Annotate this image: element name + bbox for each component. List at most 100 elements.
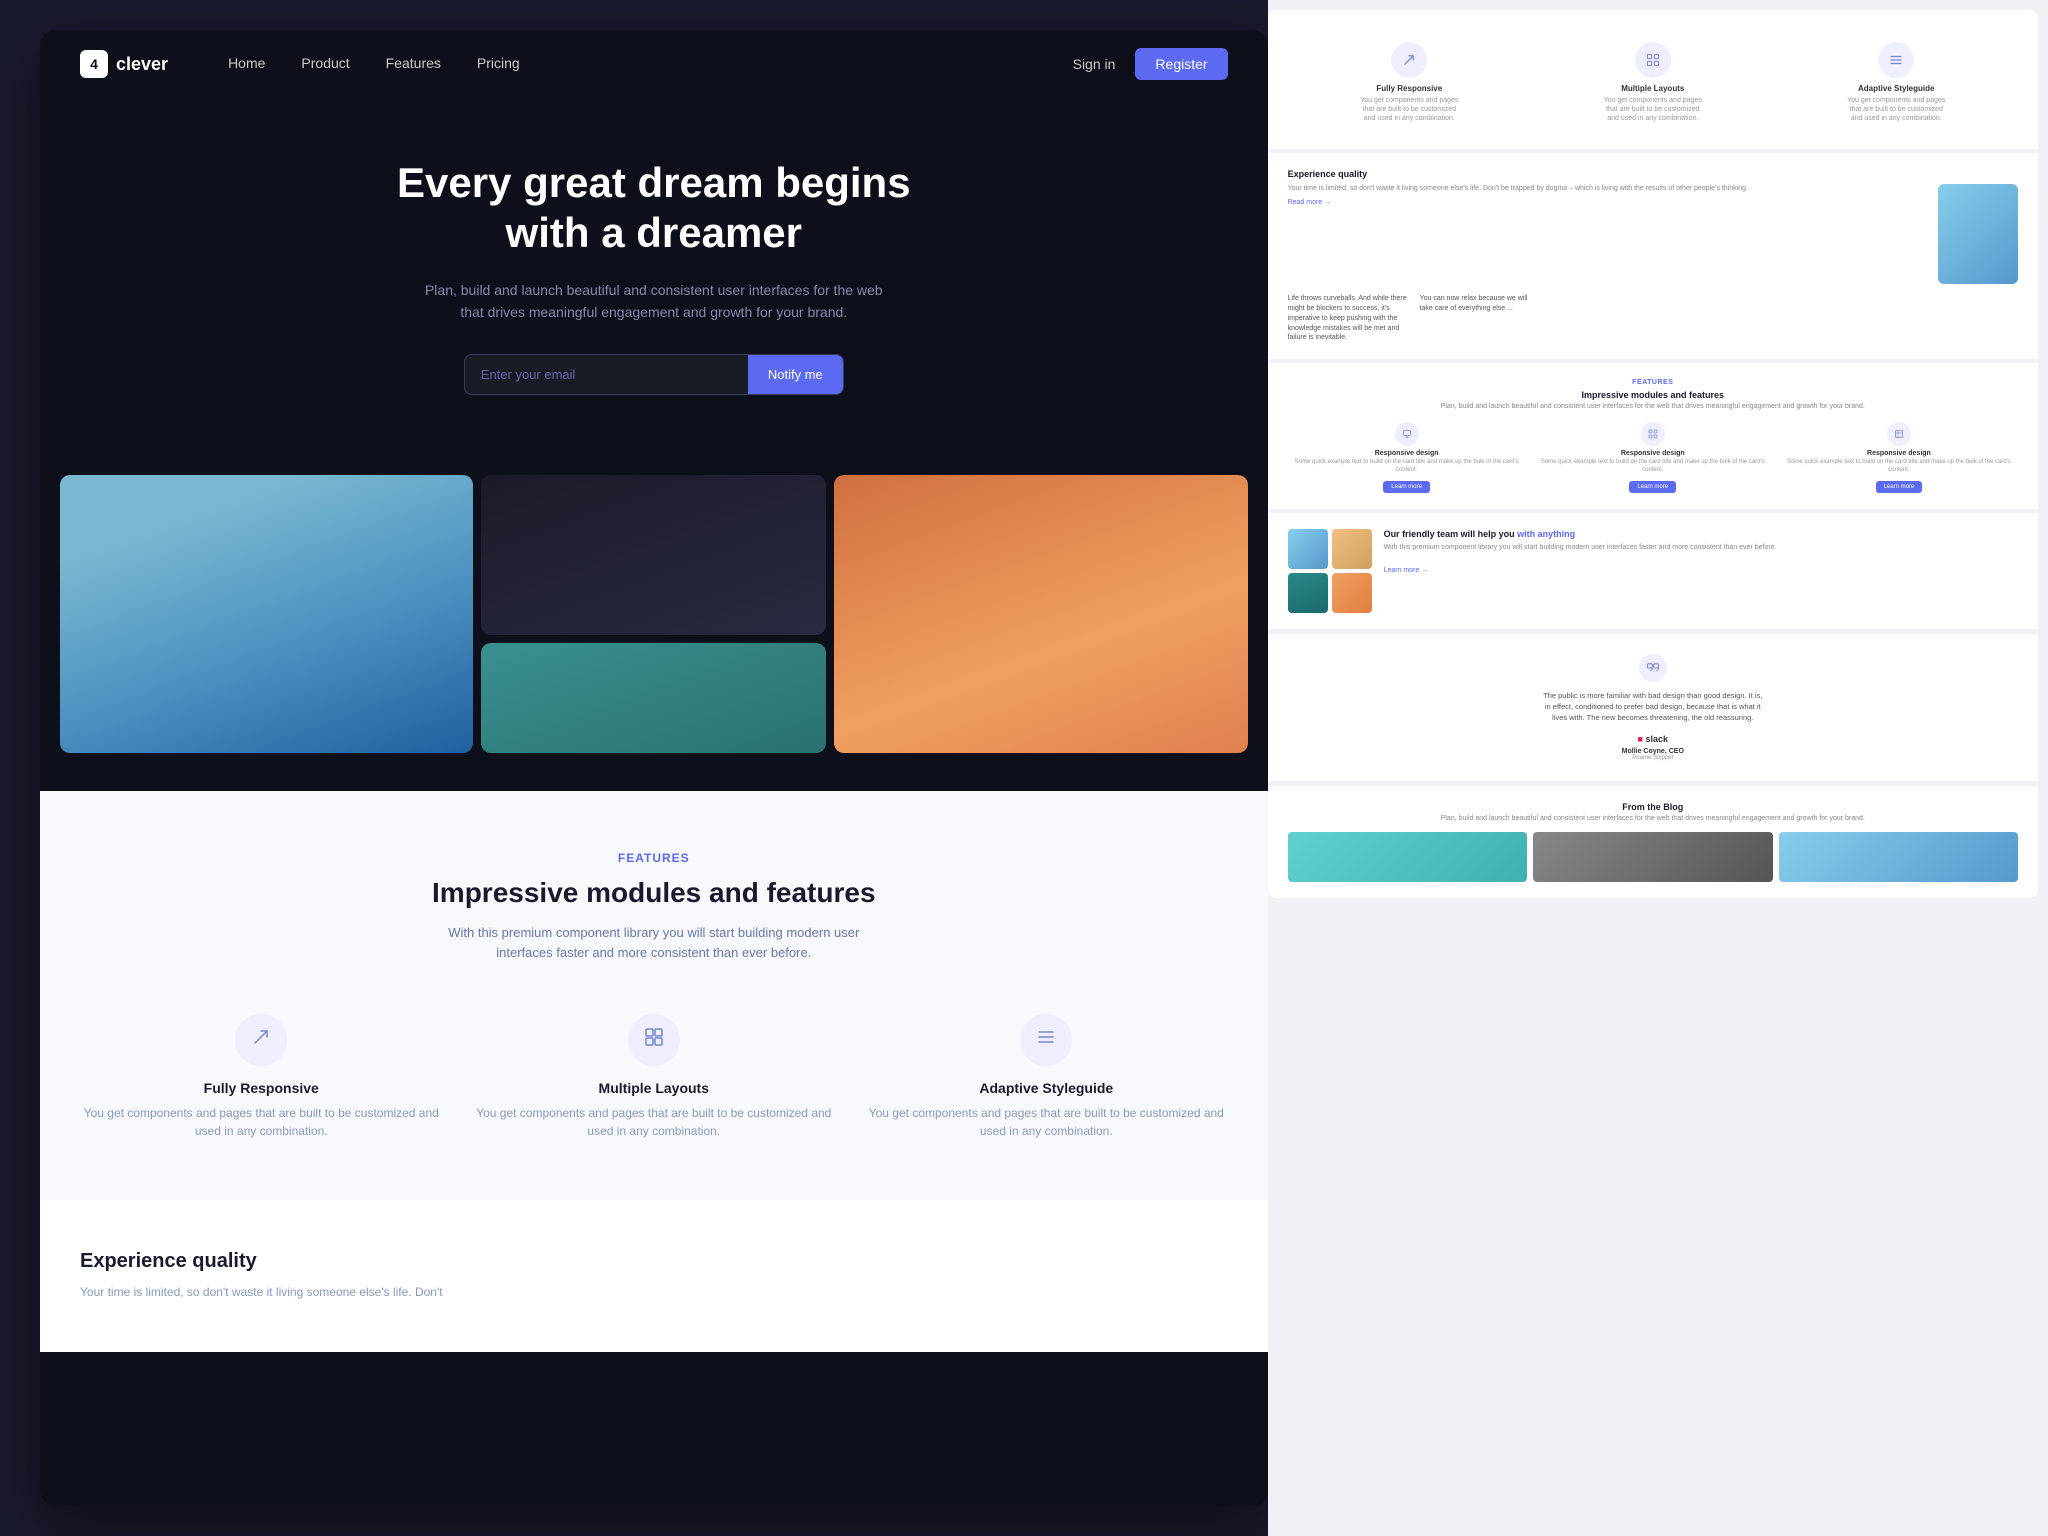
experience-desc: Your time is limited, so don't waste it … [80, 1283, 1228, 1302]
feature-icon-0 [251, 1027, 271, 1053]
nav-features[interactable]: Features [386, 55, 441, 71]
preview-exp-content: Your time is limited, so don't waste it … [1288, 184, 2018, 284]
sign-in-button[interactable]: Sign in [1073, 56, 1116, 72]
preview-blog-title: From the Blog [1288, 802, 2018, 812]
features-description: With this premium component library you … [424, 923, 884, 965]
preview-icon-circle-0 [1391, 42, 1427, 78]
preview-team-section: Our friendly team will help you with any… [1268, 513, 2038, 630]
preview-testimonial-card: The public is more familiar with bad des… [1268, 634, 2038, 782]
preview-team-img-3 [1288, 573, 1328, 613]
preview-team-img-4 [1332, 573, 1372, 613]
preview-team-img-2 [1332, 529, 1372, 569]
preview-blog-img-1 [1288, 832, 1527, 882]
feature-icon-wrap-2 [1020, 1014, 1072, 1066]
logo: 4 clever [80, 50, 168, 78]
preview-learn-btn-2[interactable]: Learn more [1876, 481, 1923, 493]
features-grid: Fully Responsive You get components and … [80, 1014, 1228, 1140]
preview-role: Pname Snippet [1292, 755, 2014, 761]
quote-icon [1639, 654, 1667, 682]
preview-team-content: Our friendly team will help you with any… [1384, 529, 2018, 613]
preview-author: Mollie Coyne, CEO [1292, 748, 2014, 755]
preview-experience-card: Experience quality Your time is limited,… [1268, 153, 2038, 359]
preview-icons-card: Fully Responsive You get components and … [1268, 10, 2038, 149]
preview-icon-title-2: Adaptive Styleguide [1846, 84, 1946, 93]
hero-img-3 [834, 475, 1248, 753]
preview-feat-text-2: Some quick example text to build on the … [1780, 459, 2018, 475]
experience-section: Experience quality Your time is limited,… [40, 1200, 1268, 1352]
feature-desc-2: You get components and pages that are bu… [865, 1104, 1228, 1140]
preview-feat-card-1: Responsive design Some quick example tex… [1534, 422, 1772, 493]
features-title: Impressive modules and features [80, 877, 1228, 909]
preview-feat-text-1: Some quick example text to build on the … [1534, 459, 1772, 475]
preview-blog-img-2 [1533, 832, 1772, 882]
feature-icon-2 [1036, 1027, 1056, 1053]
preview-exp-image [1938, 184, 2018, 284]
hero-image-grid [40, 475, 1268, 791]
preview-icon-title-1: Multiple Layouts [1603, 84, 1703, 93]
preview-feat-name-2: Responsive design [1780, 450, 2018, 457]
feature-card-2: Adaptive Styleguide You get components a… [865, 1014, 1228, 1140]
nav-home[interactable]: Home [228, 55, 265, 71]
preview-testimonial-section: The public is more familiar with bad des… [1268, 634, 2038, 782]
hero-img-4 [481, 643, 826, 753]
preview-icon-item-1: Multiple Layouts You get components and … [1603, 42, 1703, 123]
preview-icon-circle-2 [1878, 42, 1914, 78]
features-label: FEATURES [80, 851, 1228, 865]
feature-card-1: Multiple Layouts You get components and … [473, 1014, 836, 1140]
feature-title-0: Fully Responsive [80, 1080, 443, 1096]
preview-team-learn-more[interactable]: Learn more → [1384, 567, 1429, 574]
feature-icon-wrap-0 [235, 1014, 287, 1066]
feature-icon-wrap-1 [628, 1014, 680, 1066]
preview-exp-text: Your time is limited, so don't waste it … [1288, 184, 1926, 206]
preview-team-desc: With this premium component library you … [1384, 543, 2018, 553]
preview-feat-icon-1 [1641, 422, 1665, 446]
feature-desc-1: You get components and pages that are bu… [473, 1104, 836, 1140]
preview-feat-icon-2 [1887, 422, 1911, 446]
preview-blog-card: From the Blog Plan, build and launch bea… [1268, 786, 2038, 898]
brand-name: clever [116, 54, 168, 75]
preview-team-link[interactable]: with anything [1517, 529, 1575, 539]
preview-feat-card-0: Responsive design Some quick example tex… [1288, 422, 1526, 493]
nav-product[interactable]: Product [301, 55, 349, 71]
preview-read-more[interactable]: Read more → [1288, 199, 1926, 206]
hero-img-2 [481, 475, 826, 635]
preview-icon-desc-1: You get components and pages that are bu… [1603, 96, 1703, 123]
hero-heading: Every great dream begins with a dreamer [354, 158, 954, 259]
feature-icon-1 [644, 1027, 664, 1053]
preview-feat-grid: Responsive design Some quick example tex… [1288, 422, 2018, 493]
feature-title-1: Multiple Layouts [473, 1080, 836, 1096]
preview-blog-grid [1288, 832, 2018, 882]
nav-links: Home Product Features Pricing [228, 55, 520, 73]
preview-icon-desc-2: You get components and pages that are bu… [1846, 96, 1946, 123]
preview-panel: Fully Responsive You get components and … [1268, 0, 2048, 1536]
preview-exp-body: Your time is limited, so don't waste it … [1288, 184, 1926, 194]
experience-title: Experience quality [80, 1250, 1228, 1273]
preview-team-img-1 [1288, 529, 1328, 569]
preview-learn-btn-1[interactable]: Learn more [1629, 481, 1676, 493]
email-form: Notify me [464, 354, 844, 395]
notify-button[interactable]: Notify me [748, 355, 843, 394]
preview-learn-btn-0[interactable]: Learn more [1383, 481, 1430, 493]
hero-img-1 [60, 475, 473, 753]
preview-blog-desc: Plan, build and launch beautiful and con… [1288, 815, 2018, 822]
preview-feat-title: Impressive modules and features [1288, 390, 2018, 400]
preview-exp-aside2: You can now relax because we will take c… [1420, 294, 1540, 343]
preview-team-card: Our friendly team will help you with any… [1268, 513, 2038, 630]
features-section: FEATURES Impressive modules and features… [40, 791, 1268, 1201]
hero-section: Every great dream begins with a dreamer … [40, 98, 1268, 475]
register-button[interactable]: Register [1135, 48, 1227, 80]
preview-feat-name-1: Responsive design [1534, 450, 1772, 457]
preview-feat-label: FEATURES [1288, 379, 2018, 386]
email-input[interactable] [465, 355, 748, 394]
navbar: 4 clever Home Product Features Pricing S… [40, 30, 1268, 98]
preview-icons-row: Fully Responsive You get components and … [1288, 26, 2018, 133]
logo-icon: 4 [80, 50, 108, 78]
preview-blog-img-3 [1779, 832, 2018, 882]
preview-team-images [1288, 529, 1372, 613]
preview-icon-title-0: Fully Responsive [1359, 84, 1459, 93]
preview-feat-icon-0 [1395, 422, 1419, 446]
feature-title-2: Adaptive Styleguide [865, 1080, 1228, 1096]
nav-pricing[interactable]: Pricing [477, 55, 520, 71]
nav-right: Sign in Register [1073, 48, 1228, 80]
preview-features-card: FEATURES Impressive modules and features… [1268, 363, 2038, 509]
